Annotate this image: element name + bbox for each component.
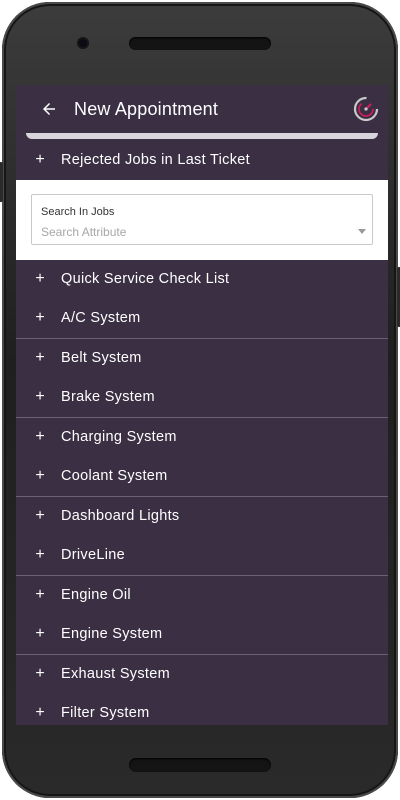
section-label: Quick Service Check List xyxy=(61,270,230,287)
plus-icon: + xyxy=(35,585,45,603)
plus-icon: + xyxy=(35,703,45,721)
plus-icon: + xyxy=(35,150,45,168)
plus-icon: + xyxy=(35,427,45,445)
app-screen: New Appointment + Rejected Jobs in Last … xyxy=(16,85,388,725)
section-dashboard-lights[interactable]: + Dashboard Lights xyxy=(16,496,388,535)
plus-icon: + xyxy=(35,388,45,405)
plus-icon: + xyxy=(35,506,45,524)
earpiece-speaker xyxy=(129,37,271,50)
front-camera xyxy=(79,39,87,47)
plus-icon: + xyxy=(35,348,45,366)
section-label: Filter System xyxy=(61,704,150,721)
section-brake-system[interactable]: + Brake System xyxy=(16,378,388,417)
section-quick-service-check-list[interactable]: + Quick Service Check List xyxy=(16,259,388,298)
plus-icon: + xyxy=(35,309,45,326)
search-panel: Search In Jobs xyxy=(16,180,388,260)
section-ac-system[interactable]: + A/C System xyxy=(16,299,388,338)
plus-icon: + xyxy=(35,269,45,287)
section-label: Engine System xyxy=(61,626,163,642)
section-label: Rejected Jobs in Last Ticket xyxy=(61,151,250,168)
section-coolant-system[interactable]: + Coolant System xyxy=(16,457,388,496)
section-label: Engine Oil xyxy=(61,586,131,603)
phone-frame: New Appointment + Rejected Jobs in Last … xyxy=(0,2,400,798)
section-label: A/C System xyxy=(61,310,141,326)
section-exhaust-system[interactable]: + Exhaust System xyxy=(16,654,388,693)
section-label: Brake System xyxy=(61,389,155,405)
section-label: Exhaust System xyxy=(61,665,170,682)
section-label: Charging System xyxy=(61,428,177,445)
search-input[interactable] xyxy=(41,224,341,240)
speedometer-logo-icon[interactable] xyxy=(352,95,380,123)
plus-icon: + xyxy=(35,546,45,563)
section-engine-system[interactable]: + Engine System xyxy=(16,615,388,654)
section-filter-system[interactable]: + Filter System xyxy=(16,693,388,725)
section-label: DriveLine xyxy=(61,547,125,563)
section-belt-system[interactable]: + Belt System xyxy=(16,338,388,377)
search-field[interactable]: Search In Jobs xyxy=(31,194,373,245)
section-rejected-jobs[interactable]: + Rejected Jobs in Last Ticket xyxy=(16,140,388,179)
plus-icon: + xyxy=(35,664,45,682)
volume-button xyxy=(0,162,3,202)
page-title: New Appointment xyxy=(74,98,219,119)
chevron-down-icon[interactable] xyxy=(358,229,366,234)
arrow-left-icon[interactable] xyxy=(38,98,60,120)
section-driveline[interactable]: + DriveLine xyxy=(16,536,388,575)
app-bar: New Appointment xyxy=(16,85,388,133)
bottom-speaker xyxy=(129,758,271,772)
plus-icon: + xyxy=(35,625,45,642)
section-engine-oil[interactable]: + Engine Oil xyxy=(16,575,388,614)
section-charging-system[interactable]: + Charging System xyxy=(16,417,388,456)
card-edge xyxy=(26,133,378,139)
section-label: Dashboard Lights xyxy=(61,507,180,524)
plus-icon: + xyxy=(35,467,45,484)
section-label: Belt System xyxy=(61,349,142,366)
search-label: Search In Jobs xyxy=(41,206,115,218)
section-label: Coolant System xyxy=(61,468,168,484)
